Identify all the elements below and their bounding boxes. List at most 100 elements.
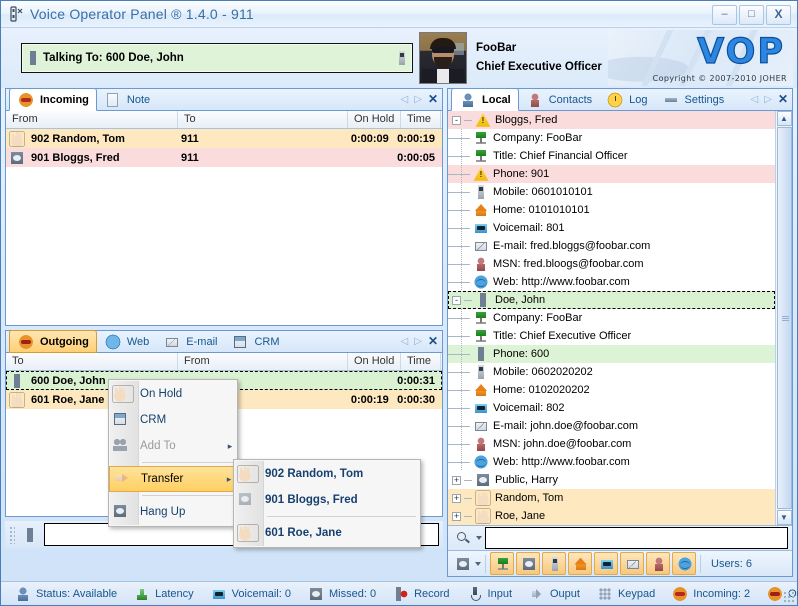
- tree-node[interactable]: MSN: john.doe@foobar.com: [448, 435, 775, 453]
- outgoing-tab-nav: ◁ ▷ ✕: [401, 334, 438, 348]
- tab-contacts[interactable]: Contacts: [519, 90, 599, 110]
- submenu-item-601[interactable]: 601 Roe, Jane: [234, 520, 420, 546]
- tab-next-icon[interactable]: ▷: [414, 336, 422, 347]
- table-row[interactable]: 901 Bloggs, Fred 911 0:00:05: [6, 148, 442, 167]
- filter-voicemail-button[interactable]: [594, 552, 618, 575]
- tab-prev-icon[interactable]: ◁: [751, 94, 759, 105]
- search-icon[interactable]: [455, 530, 471, 546]
- filter-web-button[interactable]: [672, 552, 696, 575]
- tab-local[interactable]: Local: [451, 88, 519, 111]
- chevron-down-icon[interactable]: [476, 536, 482, 540]
- tree-node[interactable]: +Public, Harry: [448, 471, 775, 489]
- tree-node[interactable]: +Roe, Jane: [448, 507, 775, 525]
- tree-node[interactable]: Phone: 901: [448, 165, 775, 183]
- search-input[interactable]: [485, 527, 788, 549]
- menu-item-transfer[interactable]: Transfer ▸: [109, 466, 237, 492]
- column-header-time[interactable]: Time: [401, 353, 441, 370]
- tree-node[interactable]: E-mail: john.doe@foobar.com: [448, 417, 775, 435]
- filter-email-button[interactable]: [620, 552, 644, 575]
- tab-close-icon[interactable]: ✕: [428, 334, 438, 348]
- tree-node[interactable]: Phone: 600: [448, 345, 775, 363]
- transfer-submenu[interactable]: 902 Random, Tom 901 Bloggs, Fred 601 Roe…: [233, 459, 421, 548]
- tree-node[interactable]: -Doe, John: [448, 291, 775, 309]
- tree-node[interactable]: E-mail: fred.bloggs@foobar.com: [448, 237, 775, 255]
- tab-close-icon[interactable]: ✕: [778, 92, 788, 106]
- menu-item-crm[interactable]: CRM: [109, 407, 237, 433]
- context-menu[interactable]: On Hold CRM Add To ▸ Transfer ▸ Hang Up: [108, 379, 238, 527]
- copyright-text: Copyright © 2007-2010 JOHER: [653, 74, 787, 83]
- chevron-down-icon[interactable]: [475, 562, 481, 566]
- tree-node[interactable]: Company: FooBar: [448, 129, 775, 147]
- submenu-item-902[interactable]: 902 Random, Tom: [234, 461, 420, 487]
- status-item-voicemail-0[interactable]: Voicemail: 0: [201, 586, 298, 602]
- tree-node[interactable]: Voicemail: 801: [448, 219, 775, 237]
- tab-next-icon[interactable]: ▷: [414, 94, 422, 105]
- column-header-time[interactable]: Time: [401, 111, 441, 128]
- column-header-to[interactable]: To: [178, 111, 348, 128]
- tree-node[interactable]: Web: http://www.foobar.com: [448, 453, 775, 471]
- status-item-incoming-2[interactable]: Incoming: 2: [662, 586, 757, 602]
- status-item-latency[interactable]: Latency: [124, 586, 201, 602]
- column-header-onhold[interactable]: On Hold: [348, 111, 401, 128]
- status-item-missed-0[interactable]: Missed: 0: [298, 586, 383, 602]
- tree-scrollbar[interactable]: ▲ ▼: [775, 111, 792, 525]
- collapse-icon[interactable]: -: [452, 116, 461, 125]
- drag-grip[interactable]: [9, 526, 15, 544]
- column-header-onhold[interactable]: On Hold: [348, 353, 401, 370]
- expand-icon[interactable]: +: [452, 512, 461, 521]
- status-item-record[interactable]: Record: [383, 586, 456, 602]
- expand-icon[interactable]: +: [452, 494, 461, 503]
- tab-email[interactable]: E-mail: [156, 332, 224, 352]
- status-item-keypad[interactable]: Keypad: [587, 586, 662, 602]
- tab-close-icon[interactable]: ✕: [428, 92, 438, 106]
- maximize-button[interactable]: □: [739, 5, 764, 25]
- tree-node[interactable]: Home: 0101010101: [448, 201, 775, 219]
- close-button[interactable]: X: [766, 5, 791, 25]
- scroll-thumb[interactable]: [777, 127, 792, 509]
- tree-node[interactable]: -Bloggs, Fred: [448, 111, 775, 129]
- tab-incoming[interactable]: Incoming: [9, 88, 97, 111]
- tab-log[interactable]: Log: [599, 90, 654, 110]
- resize-grip[interactable]: [783, 591, 795, 603]
- person-icon: [460, 92, 476, 108]
- status-item-status-available[interactable]: Status: Available: [5, 586, 124, 602]
- filter-home-button[interactable]: [568, 552, 592, 575]
- tree-node[interactable]: Title: Chief Financial Officer: [448, 147, 775, 165]
- filter-phone-button[interactable]: [516, 552, 540, 575]
- column-header-from[interactable]: From: [6, 111, 178, 128]
- tab-note[interactable]: Note: [97, 90, 157, 110]
- expand-icon[interactable]: +: [452, 476, 461, 485]
- tab-web[interactable]: Web: [97, 332, 156, 352]
- status-item-input[interactable]: Input: [457, 586, 519, 602]
- column-header-from[interactable]: From: [178, 353, 348, 370]
- tree-node[interactable]: +Random, Tom: [448, 489, 775, 507]
- table-row[interactable]: 902 Random, Tom 911 0:00:09 0:00:19: [6, 129, 442, 148]
- tab-outgoing[interactable]: Outgoing: [9, 330, 97, 353]
- tree-node[interactable]: Title: Chief Executive Officer: [448, 327, 775, 345]
- scroll-up-icon[interactable]: ▲: [777, 111, 792, 126]
- filter-msn-button[interactable]: [646, 552, 670, 575]
- menu-item-hang-up[interactable]: Hang Up: [109, 499, 237, 525]
- old-phone-icon[interactable]: [455, 556, 471, 572]
- collapse-icon[interactable]: -: [452, 296, 461, 305]
- menu-item-on-hold[interactable]: On Hold: [109, 381, 237, 407]
- tree-node[interactable]: Home: 0102020202: [448, 381, 775, 399]
- tab-prev-icon[interactable]: ◁: [401, 94, 409, 105]
- minimize-button[interactable]: –: [712, 5, 737, 25]
- tree-node[interactable]: MSN: fred.bloogs@foobar.com: [448, 255, 775, 273]
- tree-node[interactable]: Mobile: 0601010101: [448, 183, 775, 201]
- tree-node[interactable]: Web: http://www.foobar.com: [448, 273, 775, 291]
- column-header-to[interactable]: To: [6, 353, 178, 370]
- tab-next-icon[interactable]: ▷: [764, 94, 772, 105]
- tree-node[interactable]: Mobile: 0602020202: [448, 363, 775, 381]
- tab-crm[interactable]: CRM: [224, 332, 286, 352]
- tab-prev-icon[interactable]: ◁: [401, 336, 409, 347]
- filter-company-button[interactable]: [490, 552, 514, 575]
- tree-node[interactable]: Company: FooBar: [448, 309, 775, 327]
- old-phone-icon: [521, 556, 537, 572]
- tab-settings[interactable]: Settings: [655, 90, 732, 110]
- status-item-ouput[interactable]: Ouput: [519, 586, 587, 602]
- filter-mobile-button[interactable]: [542, 552, 566, 575]
- tree-node[interactable]: Voicemail: 802: [448, 399, 775, 417]
- scroll-down-icon[interactable]: ▼: [777, 510, 792, 525]
